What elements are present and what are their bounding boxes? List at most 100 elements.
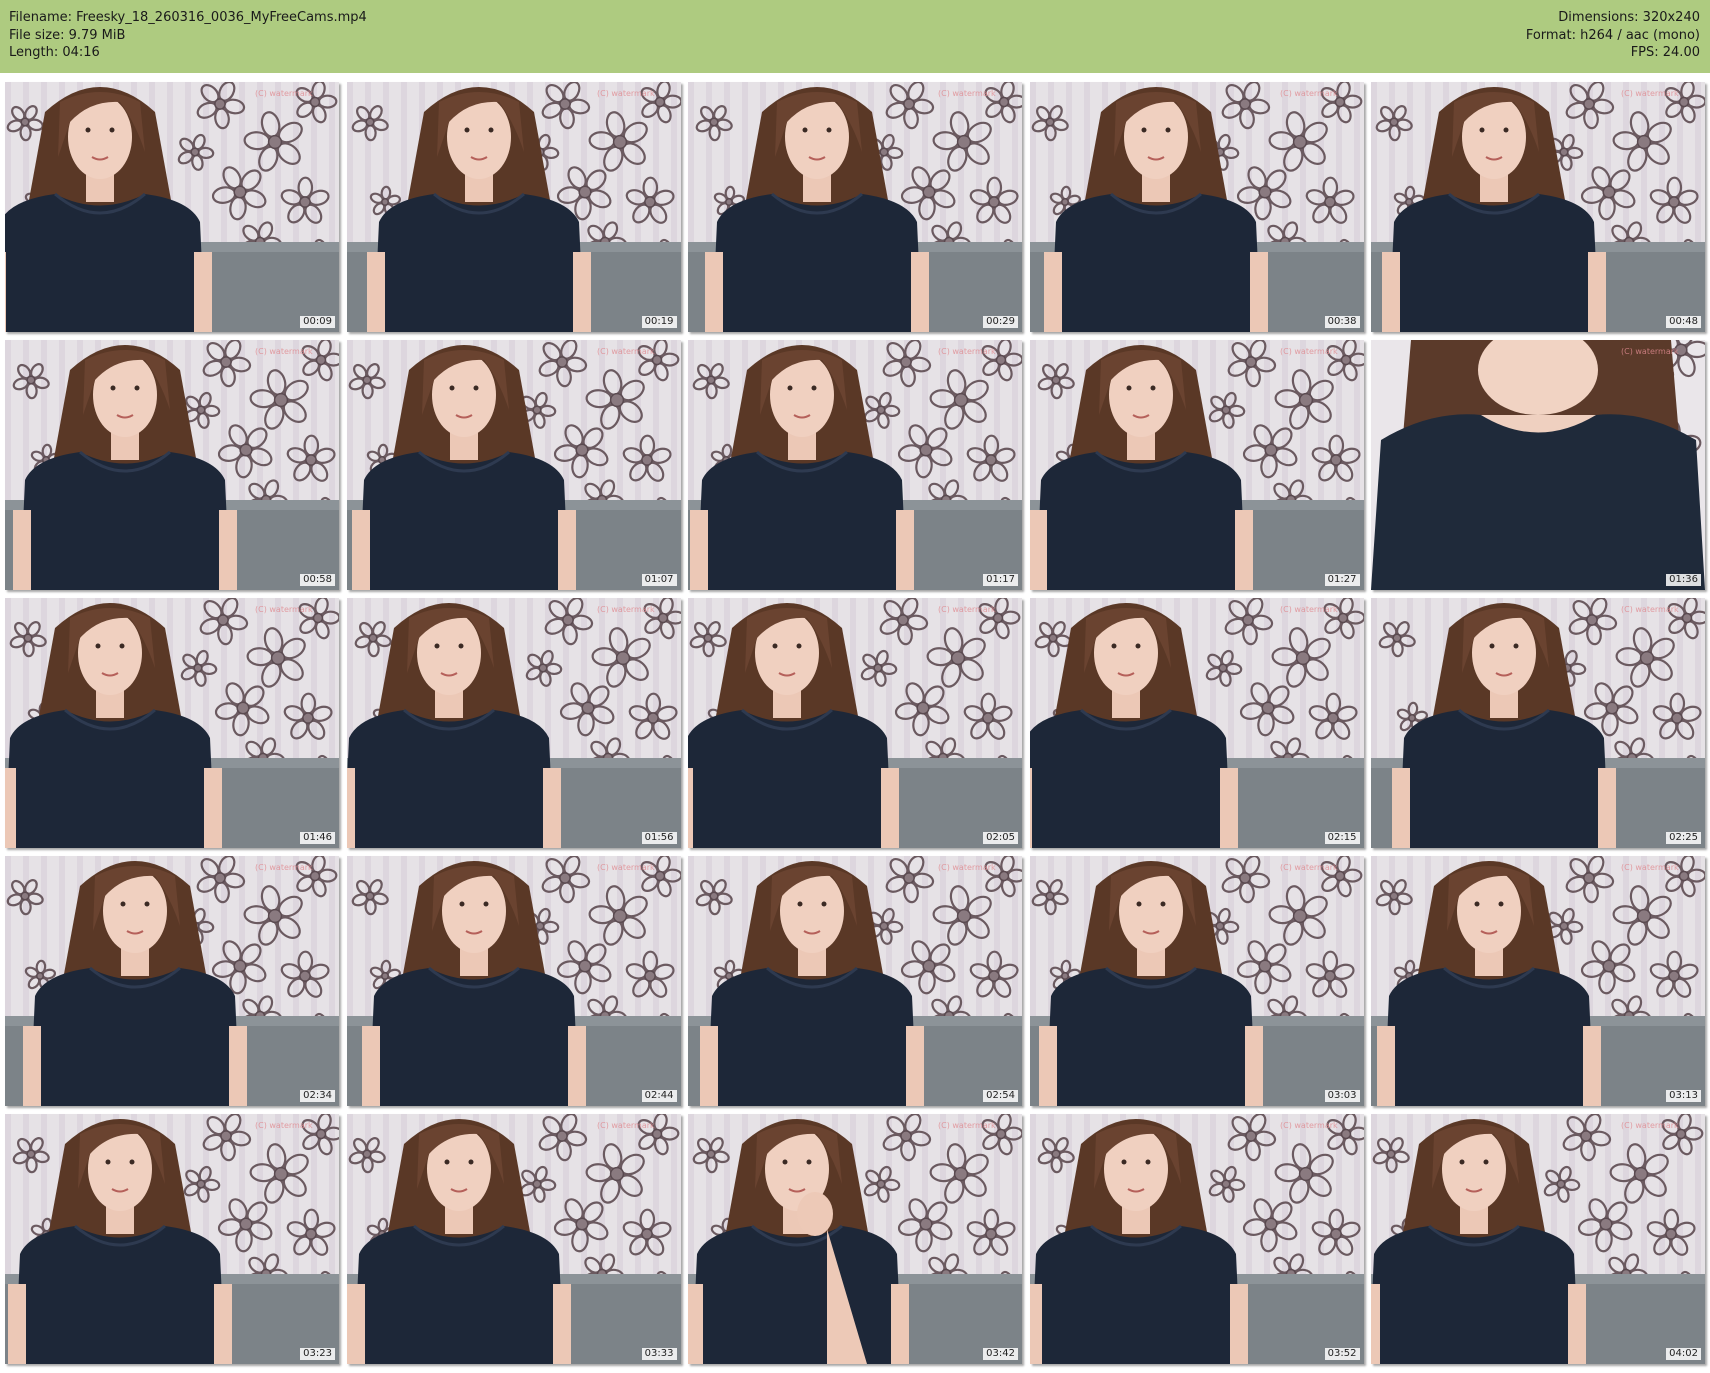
thumbnail-timestamp: 03:13 [1666,1090,1701,1102]
svg-text:(C) watermark: (C) watermark [938,347,996,356]
video-thumbnail[interactable]: (C) watermark 01:36 [1371,340,1705,590]
fps-text: FPS: 24.00 [1630,45,1700,60]
thumbnail-timestamp: 00:48 [1666,316,1701,328]
thumbnail-frame-image: (C) watermark [5,1114,339,1364]
svg-text:(C) watermark: (C) watermark [255,863,313,872]
dimensions-text: Dimensions: 320x240 [1558,10,1700,25]
video-thumbnail[interactable]: (C) watermark 03:23 [5,1114,339,1364]
video-thumbnail[interactable]: (C) watermark 02:34 [5,856,339,1106]
thumbnail-frame-image: (C) watermark [1371,82,1705,332]
length-text: Length: 04:16 [9,45,100,60]
thumbnail-timestamp: 02:25 [1666,832,1701,844]
video-thumbnail[interactable]: (C) watermark 03:33 [346,1114,681,1364]
thumbnail-frame-image: (C) watermark [688,1114,1022,1364]
filesize-text: File size: 9.79 MiB [9,27,126,43]
thumbnail-timestamp: 00:09 [300,316,335,328]
svg-text:(C) watermark: (C) watermark [1280,605,1338,614]
svg-text:(C) watermark: (C) watermark [938,863,996,872]
svg-text:(C) watermark: (C) watermark [1621,89,1679,98]
svg-text:(C) watermark: (C) watermark [1621,1121,1679,1130]
thumbnail-timestamp: 01:17 [983,574,1018,586]
thumbnail-frame-image: (C) watermark [1371,340,1705,590]
video-thumbnail[interactable]: (C) watermark 03:42 [688,1114,1022,1364]
thumbnail-timestamp: 01:07 [641,574,677,586]
svg-text:(C) watermark: (C) watermark [1621,605,1679,614]
video-thumbnail[interactable]: (C) watermark 01:17 [688,340,1022,590]
svg-text:(C) watermark: (C) watermark [597,863,655,872]
thumbnail-timestamp: 02:44 [641,1090,677,1102]
video-thumbnail[interactable]: (C) watermark 02:25 [1371,598,1705,848]
svg-text:(C) watermark: (C) watermark [597,1121,655,1130]
video-thumbnail[interactable]: (C) watermark 02:44 [346,856,681,1106]
thumbnail-timestamp: 02:54 [983,1090,1018,1102]
info-header: Filename: Freesky_18_260316_0036_MyFreeC… [0,0,1710,73]
thumbnail-timestamp: 02:15 [1324,832,1360,844]
thumbnail-frame-image: (C) watermark [688,598,1022,848]
svg-text:(C) watermark: (C) watermark [597,89,655,98]
thumbnail-frame-image: (C) watermark [1029,598,1364,848]
thumbnail-timestamp: 03:23 [300,1348,335,1360]
video-thumbnail[interactable]: (C) watermark 02:05 [688,598,1022,848]
svg-text:(C) watermark: (C) watermark [255,1121,313,1130]
video-thumbnail[interactable]: (C) watermark 00:38 [1029,82,1364,332]
thumbnail-timestamp: 03:42 [983,1348,1018,1360]
svg-text:(C) watermark: (C) watermark [1280,1121,1338,1130]
thumbnail-frame-image: (C) watermark [1371,856,1705,1106]
svg-text:(C) watermark: (C) watermark [938,605,996,614]
svg-text:(C) watermark: (C) watermark [1621,863,1679,872]
thumbnail-frame-image: (C) watermark [346,598,681,848]
video-thumbnail[interactable]: (C) watermark 00:58 [5,340,339,590]
video-thumbnail[interactable]: (C) watermark 01:27 [1029,340,1364,590]
svg-text:(C) watermark: (C) watermark [1621,347,1679,356]
thumbnail-frame-image: (C) watermark [1371,598,1705,848]
video-thumbnail[interactable]: (C) watermark 01:07 [346,340,681,590]
thumbnail-frame-image: (C) watermark [5,82,339,332]
thumbnail-timestamp: 00:58 [300,574,335,586]
thumbnail-frame-image: (C) watermark [5,598,339,848]
svg-text:(C) watermark: (C) watermark [597,347,655,356]
thumbnail-frame-image: (C) watermark [1029,856,1364,1106]
video-thumbnail[interactable]: (C) watermark 01:46 [5,598,339,848]
svg-text:(C) watermark: (C) watermark [255,89,313,98]
video-thumbnail[interactable]: (C) watermark 04:02 [1371,1114,1705,1364]
thumbnail-timestamp: 03:52 [1324,1348,1360,1360]
thumbnail-timestamp: 00:38 [1324,316,1360,328]
svg-text:(C) watermark: (C) watermark [1280,347,1338,356]
svg-text:(C) watermark: (C) watermark [597,605,655,614]
thumbnail-frame-image: (C) watermark [346,856,681,1106]
file-info-right: Dimensions: 320x240 Format: h264 / aac (… [1526,9,1700,62]
thumbnail-timestamp: 01:56 [641,832,677,844]
video-thumbnail[interactable]: (C) watermark 00:29 [688,82,1022,332]
video-thumbnail[interactable]: (C) watermark 00:09 [5,82,339,332]
format-text: Format: h264 / aac (mono) [1525,27,1700,43]
video-thumbnail[interactable]: (C) watermark 02:54 [688,856,1022,1106]
thumbnail-timestamp: 00:29 [983,316,1018,328]
thumbnail-frame-image: (C) watermark [346,340,681,590]
video-thumbnail[interactable]: (C) watermark 03:52 [1029,1114,1364,1364]
filename-text: Filename: Freesky_18_260316_0036_MyFreeC… [9,10,367,25]
thumbnail-frame-image: (C) watermark [346,82,681,332]
thumbnail-frame-image: (C) watermark [688,856,1022,1106]
svg-text:(C) watermark: (C) watermark [1280,863,1338,872]
thumbnail-timestamp: 02:05 [983,832,1018,844]
thumbnail-timestamp: 03:03 [1324,1090,1360,1102]
video-thumbnail[interactable]: (C) watermark 03:03 [1029,856,1364,1106]
video-thumbnail[interactable]: (C) watermark 00:48 [1371,82,1705,332]
thumbnail-frame-image: (C) watermark [1371,1114,1705,1364]
svg-text:(C) watermark: (C) watermark [938,89,996,98]
thumbnail-timestamp: 01:46 [300,832,335,844]
video-thumbnail[interactable]: (C) watermark 03:13 [1371,856,1705,1106]
svg-text:(C) watermark: (C) watermark [255,347,313,356]
thumbnail-frame-image: (C) watermark [688,82,1022,332]
thumbnail-grid: (C) watermark 00:09 (C) watermark 00:19 (C) … [5,82,1707,1372]
svg-text:(C) watermark: (C) watermark [938,1121,996,1130]
svg-text:(C) watermark: (C) watermark [255,605,313,614]
thumbnail-timestamp: 04:02 [1666,1348,1701,1360]
thumbnail-frame-image: (C) watermark [1029,340,1364,590]
file-info-left: Filename: Freesky_18_260316_0036_MyFreeC… [9,9,367,62]
video-thumbnail[interactable]: (C) watermark 00:19 [346,82,681,332]
video-thumbnail[interactable]: (C) watermark 01:56 [346,598,681,848]
thumbnail-timestamp: 02:34 [300,1090,335,1102]
thumbnail-frame-image: (C) watermark [1029,82,1364,332]
video-thumbnail[interactable]: (C) watermark 02:15 [1029,598,1364,848]
